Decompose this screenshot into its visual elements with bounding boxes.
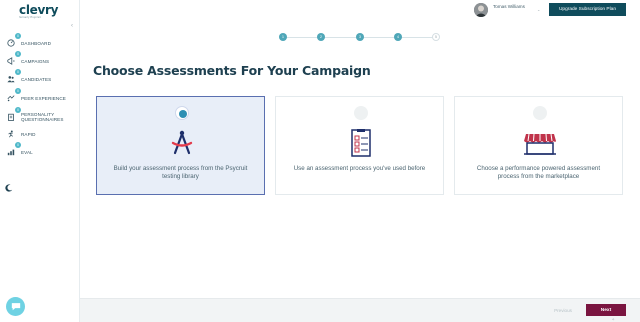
- sidebar-item-label: CANDIDATES: [21, 76, 52, 82]
- user-name[interactable]: Tomas Williams: [493, 4, 525, 9]
- option-card-text: Use an assessment process you've used be…: [293, 165, 426, 172]
- sidebar-item-peer-experience[interactable]: 0 PEER EXPERIENCE: [6, 88, 76, 105]
- sidebar-item-label: PEER EXPERIENCE: [21, 95, 66, 101]
- previous-button[interactable]: Previous: [544, 305, 582, 316]
- sidebar-item-candidates[interactable]: 0 CANDIDATES: [6, 69, 76, 86]
- logo-text: clevry: [19, 3, 59, 17]
- people-icon: [6, 75, 15, 84]
- sidebar-item-dashboard[interactable]: 0 DASHBOARD: [6, 33, 76, 50]
- step-label: 2: [320, 35, 322, 39]
- sidebar-badge: 0: [15, 69, 21, 75]
- step-4[interactable]: 4: [394, 33, 402, 41]
- storefront-icon: [521, 129, 559, 157]
- option-card-text: Build your assessment process from the P…: [113, 165, 248, 180]
- next-button[interactable]: Next: [586, 304, 626, 316]
- sidebar-badge: 0: [15, 51, 21, 57]
- page-title: Choose Assessments For Your Campaign: [93, 63, 371, 78]
- chart-icon: [6, 148, 15, 157]
- compass-icon: [163, 129, 201, 157]
- step-label: 5: [435, 35, 437, 39]
- checklist-icon: [342, 129, 380, 157]
- sidebar-badge: 0: [15, 88, 21, 94]
- option-card-previous[interactable]: Use an assessment process you've used be…: [275, 96, 444, 195]
- option-card-library[interactable]: Build your assessment process from the P…: [96, 96, 265, 195]
- sidebar-item-label: RAPID: [21, 131, 36, 137]
- sidebar-item-label: EVAL: [21, 149, 33, 155]
- step-3[interactable]: 3: [356, 33, 364, 41]
- sidebar-item-label: DASHBOARD: [21, 40, 51, 46]
- runner-icon: [6, 130, 15, 139]
- sidebar-item-label: PERSONALITY QUESTIONNAIRES: [21, 112, 64, 122]
- chat-button[interactable]: [6, 297, 25, 316]
- radio-unselected[interactable]: [533, 106, 547, 120]
- step-label: 4: [397, 35, 399, 39]
- step-label: 3: [359, 35, 361, 39]
- chevron-down-icon[interactable]: ⌄: [537, 7, 540, 12]
- sidebar-item-label: CAMPAIGNS: [21, 58, 50, 64]
- moon-icon[interactable]: [5, 179, 13, 192]
- radio-dot: [179, 110, 187, 118]
- logo[interactable]: clevry formerly Psycruit: [19, 3, 59, 19]
- step-label: 1: [282, 35, 284, 39]
- upgrade-subscription-button[interactable]: Upgrade Subscription Plan: [549, 3, 626, 16]
- radio-selected[interactable]: [175, 106, 189, 120]
- sidebar-item-rapid[interactable]: RAPID: [6, 127, 76, 141]
- sidebar-badge: 0: [15, 142, 21, 148]
- radio-unselected[interactable]: [354, 106, 368, 120]
- collapse-sidebar-icon[interactable]: ‹: [71, 23, 73, 29]
- option-card-marketplace[interactable]: Choose a performance powered assessment …: [454, 96, 623, 195]
- step-1[interactable]: 1: [279, 33, 287, 41]
- sidebar-item-personality-questionnaires[interactable]: 0 PERSONALITY QUESTIONNAIRES: [6, 107, 76, 124]
- sidebar-item-campaigns[interactable]: 0 CAMPAIGNS: [6, 51, 76, 68]
- megaphone-icon: [6, 57, 15, 66]
- step-5[interactable]: 5: [432, 33, 440, 41]
- speedometer-icon: [6, 39, 15, 48]
- sidebar-item-eval[interactable]: 0 EVAL: [6, 142, 76, 159]
- option-card-text: Choose a performance powered assessment …: [476, 165, 601, 180]
- sidebar: clevry formerly Psycruit ‹ 0 DASHBOARD 0…: [0, 0, 80, 322]
- avatar[interactable]: [474, 3, 488, 17]
- app-root: clevry formerly Psycruit ‹ 0 DASHBOARD 0…: [0, 0, 640, 322]
- sidebar-badge: 0: [15, 33, 21, 39]
- clipboard-icon: [6, 113, 15, 122]
- chat-icon: [11, 298, 21, 316]
- handshake-icon: [6, 94, 15, 103]
- step-2[interactable]: 2: [317, 33, 325, 41]
- resize-handle-icon: ⟑: [612, 316, 615, 321]
